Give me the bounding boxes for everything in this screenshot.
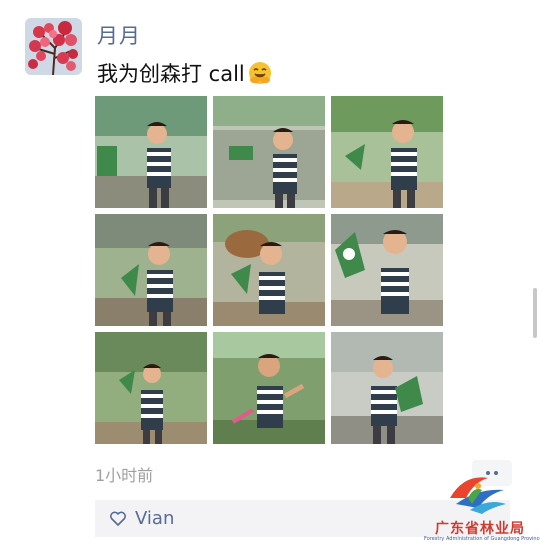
photo-8[interactable] [213,332,325,444]
photo-7[interactable] [95,332,207,444]
forestry-logo-icon [444,468,510,516]
post-timestamp: 1小时前 [95,466,154,485]
photo-4[interactable] [95,214,207,326]
watermark: 广东省林业局 Forestry Administration of Guangd… [424,468,540,548]
heart-icon [109,510,127,528]
smiling-face-with-hand-icon [247,60,273,86]
author-avatar[interactable] [25,18,82,75]
photo-6[interactable] [331,214,443,326]
photo-2[interactable] [213,96,325,208]
photo-9[interactable] [331,332,443,444]
photo-grid [95,96,444,445]
watermark-title: 广东省林业局 [435,521,525,537]
post-text: 我为创森打 call [97,58,273,88]
watermark-subtitle: Forestry Administration of Guangdong Pro… [424,536,540,542]
author-name[interactable]: 月月 [97,20,141,50]
liker-name[interactable]: Vian [135,508,174,529]
photo-1[interactable] [95,96,207,208]
photo-3[interactable] [331,96,443,208]
photo-5[interactable] [213,214,325,326]
post-text-content: 我为创森打 call [97,62,245,86]
scrollbar[interactable] [533,288,537,338]
